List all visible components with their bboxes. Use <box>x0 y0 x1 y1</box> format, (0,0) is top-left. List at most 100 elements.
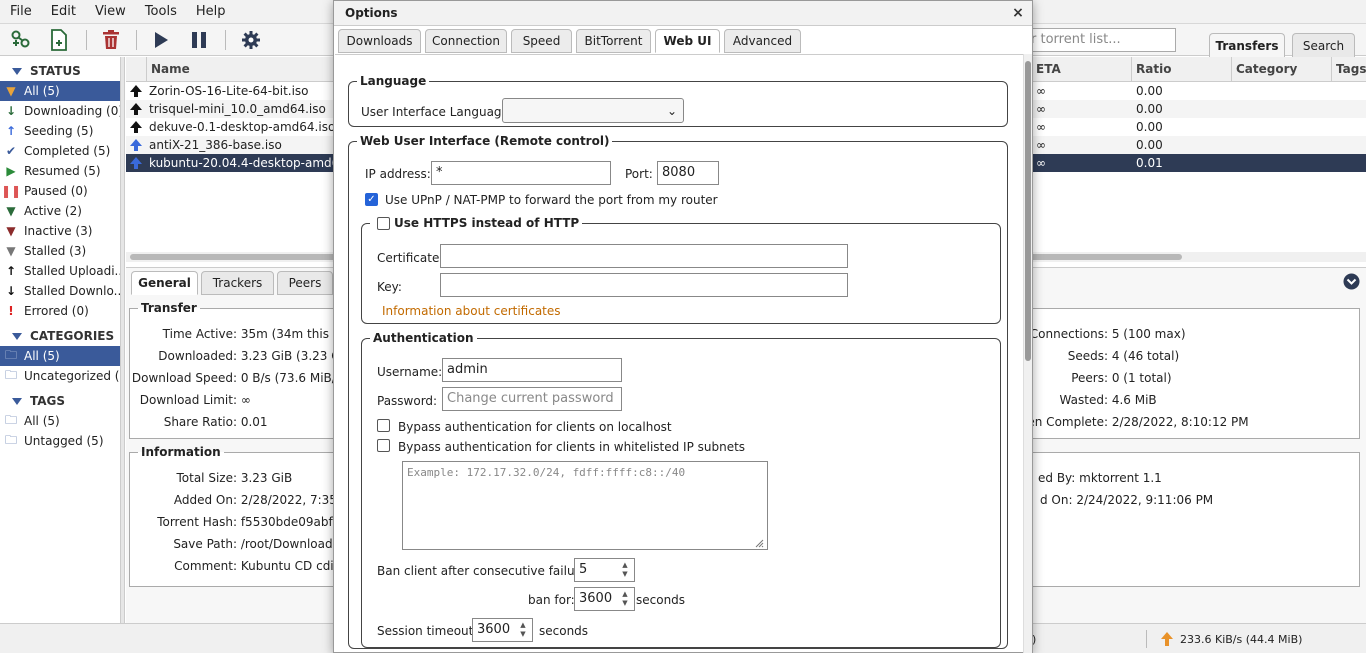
certificates-info-link[interactable]: Information about certificates <box>382 304 561 318</box>
key-label: Key: <box>377 280 402 294</box>
filter-resumed[interactable]: ▶ Resumed (5) <box>0 161 120 181</box>
add-torrent-link-icon[interactable] <box>9 28 33 52</box>
collapse-panel-icon[interactable] <box>1343 273 1360 290</box>
spin-arrows-icon[interactable]: ▲ ▼ <box>620 590 630 608</box>
certificate-input[interactable] <box>440 244 848 268</box>
tab-advanced[interactable]: Advanced <box>724 29 801 53</box>
port-input[interactable]: 8080 <box>657 161 719 185</box>
filter-seeding[interactable]: ↑ Seeding (5) <box>0 121 120 141</box>
username-input[interactable]: admin <box>442 358 622 382</box>
spin-arrows-icon[interactable]: ▲ ▼ <box>518 621 528 639</box>
dialog-titlebar[interactable]: Options × <box>334 1 1032 26</box>
tags-header[interactable]: TAGS <box>0 391 120 411</box>
seeding-icon <box>130 85 142 97</box>
category-all[interactable]: 🗀 All (5) <box>0 346 120 366</box>
menu-view[interactable]: View <box>85 4 135 19</box>
dialog-scrollbar-thumb[interactable] <box>1025 61 1031 361</box>
filter-icon: ▼ <box>6 224 16 238</box>
upnp-checkbox[interactable]: ✓ <box>365 193 378 206</box>
torrent-filter-input[interactable]: er torrent list... <box>1016 28 1176 52</box>
ban-after-label: Ban client after consecutive failures: <box>377 564 597 578</box>
ip-address-label: IP address: <box>365 167 431 181</box>
filter-downloading[interactable]: ↓ Downloading (0) <box>0 101 120 121</box>
collapse-arrow-icon <box>12 67 22 75</box>
column-category[interactable]: Category <box>1231 57 1331 82</box>
pause-icon[interactable] <box>187 28 211 52</box>
tab-transfers[interactable]: Transfers <box>1209 33 1285 57</box>
authentication-group: Authentication Username: admin Password:… <box>361 331 1001 648</box>
filter-paused[interactable]: ❚❚ Paused (0) <box>0 181 120 201</box>
ban-for-spinbox[interactable]: 3600 ▲ ▼ <box>574 587 635 611</box>
filter-active[interactable]: ▼ Active (2) <box>0 201 120 221</box>
categories-header[interactable]: CATEGORIES <box>0 326 120 346</box>
gear-icon[interactable] <box>239 28 263 52</box>
spin-arrows-icon[interactable]: ▲ ▼ <box>620 561 630 579</box>
https-group: Use HTTPS instead of HTTP Certificate: K… <box>361 216 1001 324</box>
filter-stalled[interactable]: ▼ Stalled (3) <box>0 241 120 261</box>
column-ratio[interactable]: Ratio <box>1131 57 1231 82</box>
tab-general[interactable]: General <box>131 271 198 295</box>
tab-peers[interactable]: Peers <box>277 271 333 295</box>
ui-language-select[interactable]: ⌄ <box>502 98 684 123</box>
close-icon[interactable]: × <box>1010 5 1026 21</box>
column-tags[interactable]: Tags <box>1331 57 1366 82</box>
resume-icon[interactable] <box>149 28 173 52</box>
error-icon: ! <box>8 304 14 318</box>
last-seen-complete: een Complete: 2/28/2022, 8:10:12 PM <box>1020 415 1249 429</box>
language-group: Language User Interface Language: ⌄ <box>348 74 1008 127</box>
https-checkbox[interactable] <box>377 217 390 230</box>
upload-speed-icon <box>1161 632 1173 646</box>
tag-all[interactable]: 🗀 All (5) <box>0 411 120 431</box>
bypass-localhost-label: Bypass authentication for clients on loc… <box>398 420 672 434</box>
folder-icon: 🗀 <box>4 412 17 427</box>
tab-trackers[interactable]: Trackers <box>201 271 274 295</box>
session-timeout-spinbox[interactable]: 3600 ▲ ▼ <box>472 618 533 642</box>
time-active: Time Active: 35m (34m this se <box>162 327 347 341</box>
filter-stalled-downloading[interactable]: ↓ Stalled Downlo... <box>0 281 120 301</box>
seeding-icon <box>130 121 142 133</box>
upload-arrow-icon <box>130 139 142 151</box>
status-header[interactable]: STATUS <box>0 61 120 81</box>
ban-after-spinbox[interactable]: 5 ▲ ▼ <box>574 558 635 582</box>
checkmark-icon: ✔ <box>5 144 17 158</box>
upload-arrow-icon: ↑ <box>5 264 17 278</box>
filter-completed[interactable]: ✔ Completed (5) <box>0 141 120 161</box>
tab-downloads[interactable]: Downloads <box>338 29 421 53</box>
bypass-localhost-checkbox[interactable] <box>377 419 390 432</box>
category-uncategorized[interactable]: 🗀 Uncategorized (5) <box>0 366 120 386</box>
filter-icon: ▼ <box>6 204 16 218</box>
tab-search[interactable]: Search <box>1292 33 1355 57</box>
add-torrent-file-icon[interactable] <box>47 28 71 52</box>
password-input[interactable]: Change current password <box>442 387 622 411</box>
menu-file[interactable]: File <box>0 4 41 19</box>
ip-address-input[interactable]: * <box>431 161 611 185</box>
filter-errored[interactable]: ! Errored (0) <box>0 301 120 321</box>
seeding-icon <box>130 103 142 115</box>
column-eta[interactable]: ETA <box>1031 57 1131 82</box>
download-arrow-icon: ↓ <box>5 284 17 298</box>
upload-arrow-icon: ↑ <box>5 124 17 138</box>
tab-connection[interactable]: Connection <box>425 29 507 53</box>
share-ratio: Share Ratio: 0.01 <box>163 415 268 429</box>
downloaded: Downloaded: 3.23 GiB (3.23 G <box>158 349 341 363</box>
filter-stalled-uploading[interactable]: ↑ Stalled Uploadi... <box>0 261 120 281</box>
sidebar-splitter[interactable] <box>121 57 125 623</box>
delete-icon[interactable] <box>99 28 123 52</box>
key-input[interactable] <box>440 273 848 297</box>
filter-icon: ▼ <box>6 244 16 258</box>
tab-web-ui[interactable]: Web UI <box>655 29 720 53</box>
web-ui-settings: Language User Interface Language: ⌄ Web … <box>335 54 1023 653</box>
peers: Peers: 0 (1 total) <box>1071 371 1172 385</box>
filter-inactive[interactable]: ▼ Inactive (3) <box>0 221 120 241</box>
bypass-whitelist-checkbox[interactable] <box>377 439 390 452</box>
menu-edit[interactable]: Edit <box>41 4 85 19</box>
web-ui-group: Web User Interface (Remote control) IP a… <box>348 134 1008 649</box>
tag-untagged[interactable]: 🗀 Untagged (5) <box>0 431 120 451</box>
resize-grip-icon[interactable] <box>755 539 764 548</box>
menu-tools[interactable]: Tools <box>135 4 186 19</box>
whitelist-textarea[interactable]: Example: 172.17.32.0/24, fdff:ffff:c8::/… <box>402 461 768 550</box>
filter-all[interactable]: ▼ All (5) <box>0 81 120 101</box>
tab-bittorrent[interactable]: BitTorrent <box>576 29 651 53</box>
tab-speed[interactable]: Speed <box>511 29 572 53</box>
menu-help[interactable]: Help <box>186 4 235 19</box>
